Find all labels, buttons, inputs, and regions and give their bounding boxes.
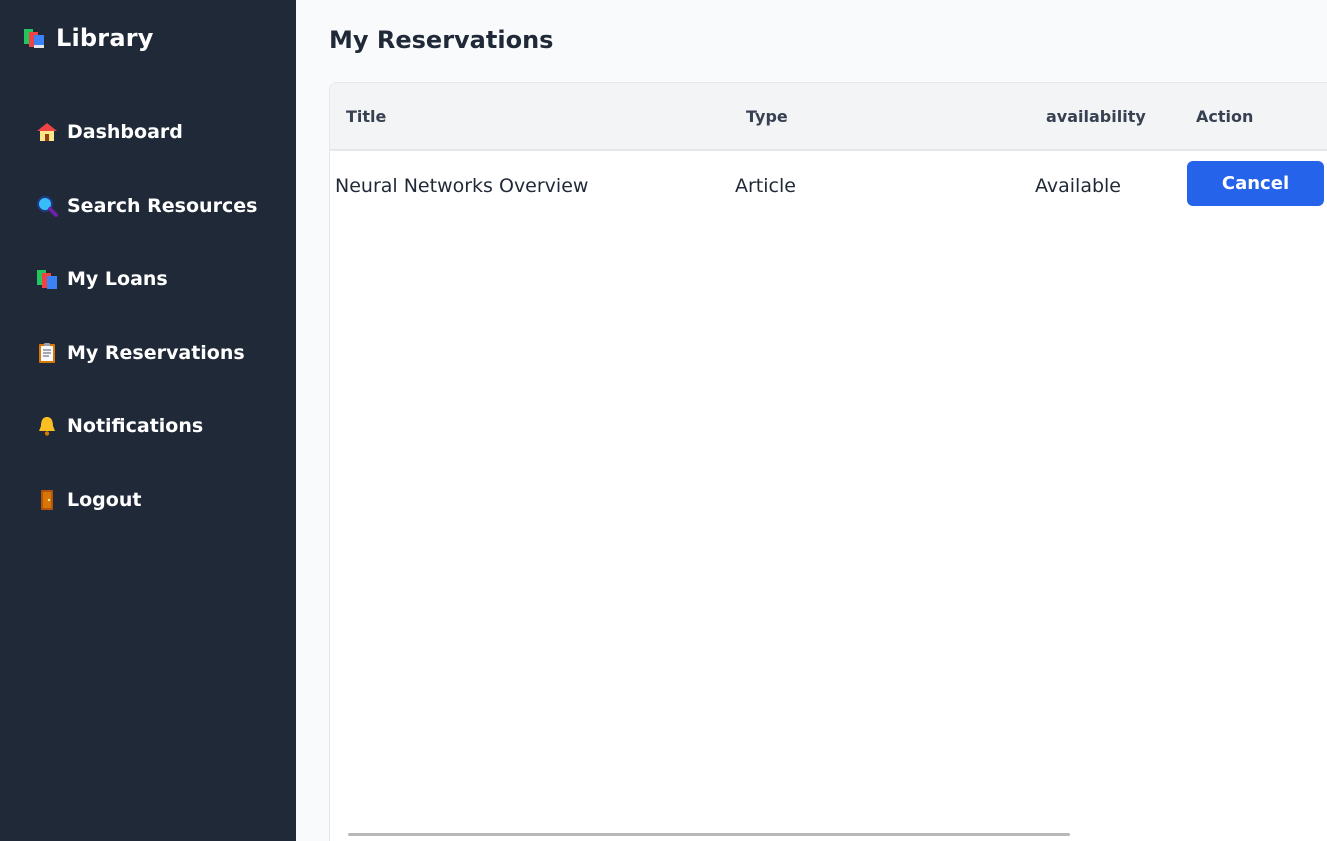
cell-type: Article xyxy=(735,175,796,197)
sidebar-item-label: Search Resources xyxy=(67,194,258,217)
sidebar-item-logout[interactable]: Logout xyxy=(35,482,257,518)
horizontal-scrollbar[interactable] xyxy=(348,833,1070,836)
sidebar: Library Dashboard Search Resources My Lo… xyxy=(0,0,296,841)
table-header: Title Type availability Action xyxy=(330,83,1327,151)
sidebar-item-label: Notifications xyxy=(67,415,204,437)
reservations-table: Title Type availability Action Neural Ne… xyxy=(329,82,1327,841)
column-header-action: Action xyxy=(1196,107,1254,126)
cancel-button[interactable]: Cancel xyxy=(1187,161,1324,206)
door-icon xyxy=(35,488,59,512)
page-title: My Reservations xyxy=(329,26,554,54)
app: Library Dashboard Search Resources My Lo… xyxy=(0,0,1327,841)
sidebar-nav: Dashboard Search Resources My Loans My R… xyxy=(35,114,257,555)
sidebar-item-label: My Loans xyxy=(67,268,168,290)
main-content: My Reservations Title Type availability … xyxy=(296,0,1327,841)
table-row: Neural Networks Overview Article Availab… xyxy=(330,151,1327,221)
sidebar-item-dashboard[interactable]: Dashboard xyxy=(35,114,257,150)
cell-title: Neural Networks Overview xyxy=(335,175,589,197)
sidebar-item-search-resources[interactable]: Search Resources xyxy=(35,188,257,224)
brand: Library xyxy=(22,24,154,52)
books-icon xyxy=(22,26,46,50)
sidebar-item-label: My Reservations xyxy=(67,341,245,364)
column-header-type: Type xyxy=(746,107,788,126)
sidebar-item-my-loans[interactable]: My Loans xyxy=(35,261,257,297)
house-icon xyxy=(35,120,59,144)
sidebar-item-label: Logout xyxy=(67,488,142,511)
column-header-title: Title xyxy=(346,107,387,126)
cell-availability: Available xyxy=(1035,175,1122,197)
books-icon xyxy=(35,267,59,291)
sidebar-item-my-reservations[interactable]: My Reservations xyxy=(35,335,257,371)
column-header-availability: availability xyxy=(1046,107,1146,126)
sidebar-item-label: Dashboard xyxy=(67,121,183,143)
bell-icon xyxy=(35,414,59,438)
brand-title: Library xyxy=(56,24,154,52)
clipboard-icon xyxy=(35,341,59,365)
magnifier-icon xyxy=(35,194,59,218)
sidebar-item-notifications[interactable]: Notifications xyxy=(35,408,257,444)
